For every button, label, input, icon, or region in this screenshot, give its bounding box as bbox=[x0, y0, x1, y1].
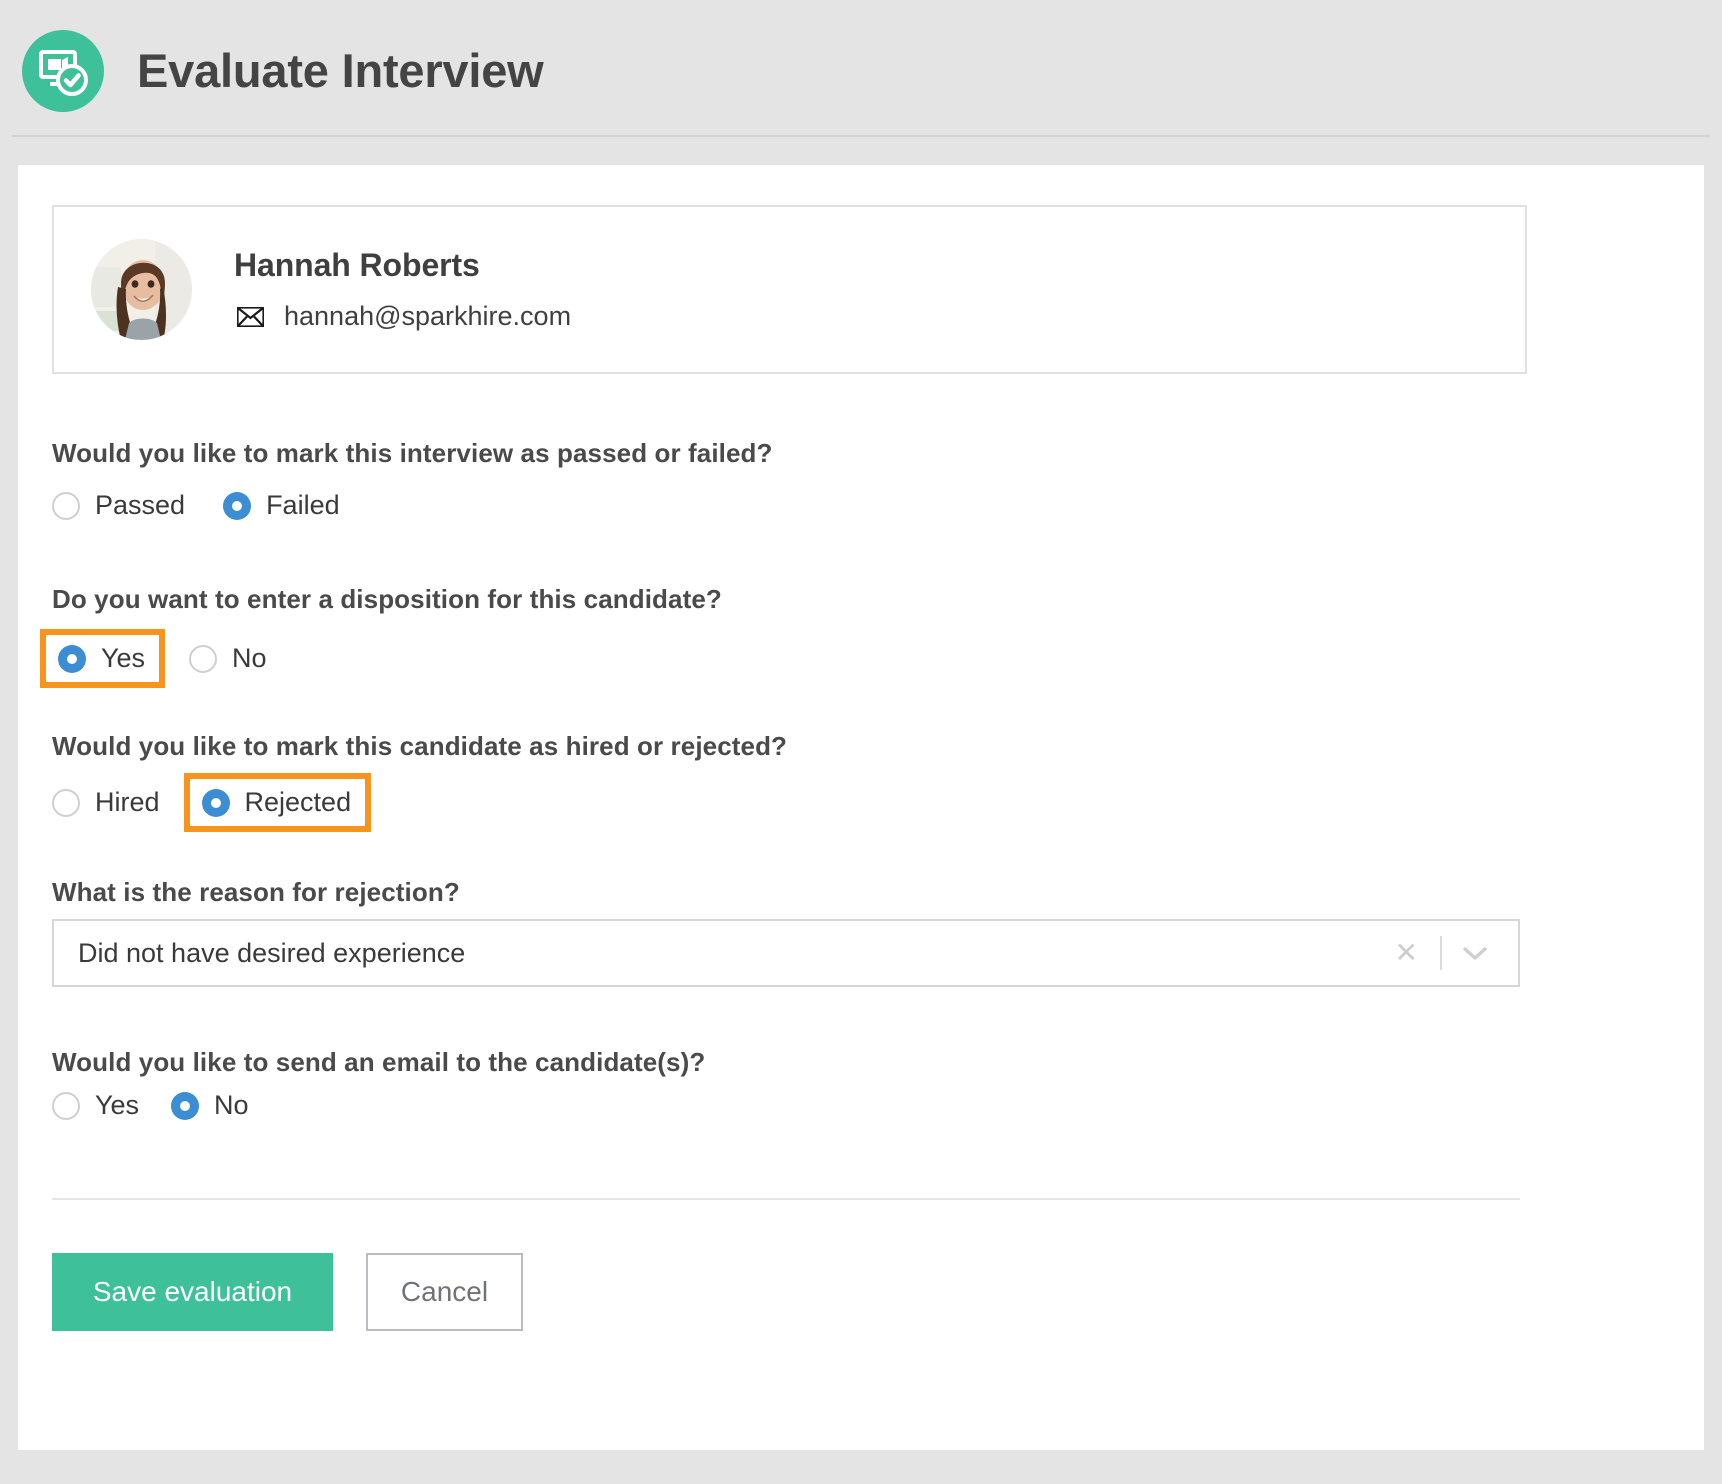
close-icon[interactable]: ✕ bbox=[1383, 939, 1430, 967]
radio-group-hired-rejected: Hired Rejected bbox=[52, 773, 372, 832]
page-title: Evaluate Interview bbox=[137, 44, 544, 97]
footer-actions: Save evaluation Cancel bbox=[52, 1253, 523, 1331]
select-controls: ✕ bbox=[1383, 921, 1498, 985]
radio-group-disposition: Yes No bbox=[40, 629, 267, 688]
footer-divider bbox=[52, 1198, 1520, 1200]
avatar bbox=[91, 239, 192, 340]
radio-option-rejected[interactable]: Rejected bbox=[183, 773, 372, 832]
radio-option-disposition-no[interactable]: No bbox=[189, 643, 267, 674]
candidate-email-row: hannah@sparkhire.com bbox=[234, 301, 571, 332]
cancel-button[interactable]: Cancel bbox=[366, 1253, 523, 1331]
radio-indicator-hired[interactable] bbox=[52, 788, 80, 817]
radio-label-passed: Passed bbox=[95, 490, 186, 520]
radio-option-email-no[interactable]: No bbox=[171, 1090, 249, 1121]
radio-label-disposition-no: No bbox=[232, 643, 267, 673]
radio-option-email-yes[interactable]: Yes bbox=[52, 1090, 139, 1121]
radio-indicator-rejected[interactable] bbox=[201, 788, 230, 817]
candidate-email: hannah@sparkhire.com bbox=[284, 301, 572, 331]
panel-content: Hannah Roberts hannah@sparkhire.com Woul… bbox=[40, 205, 1527, 1331]
candidate-card: Hannah Roberts hannah@sparkhire.com bbox=[52, 205, 1527, 374]
header-divider bbox=[12, 135, 1710, 137]
radio-indicator-disposition-yes[interactable] bbox=[58, 644, 86, 673]
radio-option-disposition-yes[interactable]: Yes bbox=[40, 629, 166, 688]
question-send-email-label: Would you like to send an email to the c… bbox=[52, 1047, 706, 1077]
radio-group-pass-fail: Passed Failed bbox=[52, 490, 340, 521]
radio-indicator-passed[interactable] bbox=[52, 491, 80, 520]
radio-indicator-disposition-no[interactable] bbox=[189, 644, 218, 673]
radio-label-hired: Hired bbox=[95, 787, 160, 817]
radio-label-failed: Failed bbox=[266, 490, 340, 520]
question-rejection-reason-label: What is the reason for rejection? bbox=[52, 877, 460, 907]
rejection-reason-value: Did not have desired experience bbox=[78, 937, 466, 968]
radio-label-rejected: Rejected bbox=[244, 787, 352, 817]
radio-label-email-yes: Yes bbox=[95, 1090, 140, 1120]
question-disposition-label: Do you want to enter a disposition for t… bbox=[52, 584, 722, 614]
question-pass-fail-label: Would you like to mark this interview as… bbox=[52, 438, 773, 468]
radio-option-failed[interactable]: Failed bbox=[223, 490, 340, 521]
rejection-reason-select[interactable]: Did not have desired experience ✕ bbox=[52, 919, 1520, 987]
save-evaluation-button[interactable]: Save evaluation bbox=[52, 1253, 333, 1331]
radio-indicator-failed[interactable] bbox=[223, 491, 252, 520]
envelope-icon bbox=[236, 305, 265, 328]
radio-indicator-email-no[interactable] bbox=[171, 1091, 200, 1120]
radio-label-email-no: No bbox=[214, 1090, 249, 1120]
radio-option-passed[interactable]: Passed bbox=[52, 490, 185, 521]
candidate-info: Hannah Roberts hannah@sparkhire.com bbox=[234, 247, 571, 332]
candidate-name: Hannah Roberts bbox=[234, 247, 480, 283]
question-hired-rejected-label: Would you like to mark this candidate as… bbox=[52, 731, 788, 761]
chevron-down-icon[interactable] bbox=[1452, 945, 1498, 961]
page-header: Evaluate Interview bbox=[0, 0, 1722, 141]
radio-group-send-email: Yes No bbox=[52, 1090, 249, 1121]
radio-label-disposition-yes: Yes bbox=[101, 643, 146, 673]
evaluate-interview-panel: Hannah Roberts hannah@sparkhire.com Woul… bbox=[18, 165, 1704, 1450]
video-interview-check-icon bbox=[22, 29, 104, 112]
rejection-reason-select-wrapper: Did not have desired experience ✕ bbox=[52, 919, 1520, 987]
radio-indicator-email-yes[interactable] bbox=[52, 1091, 80, 1120]
select-divider bbox=[1440, 936, 1442, 970]
radio-option-hired[interactable]: Hired bbox=[52, 787, 160, 818]
